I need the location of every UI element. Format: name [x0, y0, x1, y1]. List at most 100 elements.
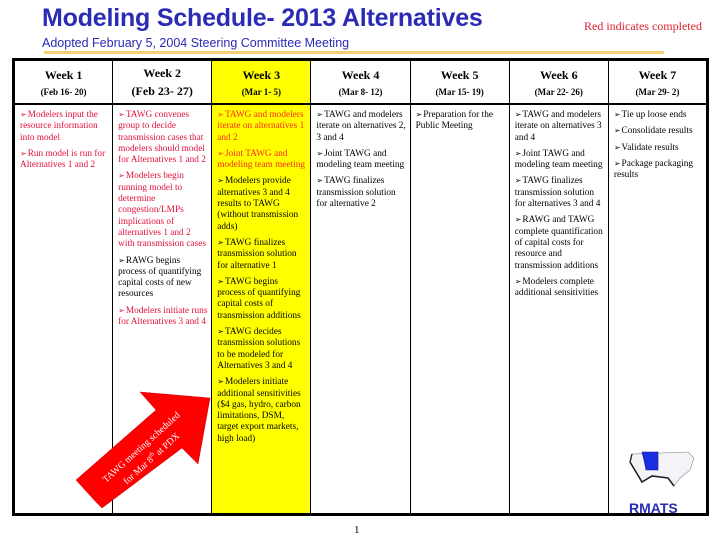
page-number: 1 [354, 524, 360, 536]
task-text: Tie up loose ends [621, 110, 687, 120]
bullet-arrow-icon: ➢ [217, 110, 224, 119]
week-dates: (Mar 1- 5) [241, 86, 282, 97]
task-text: TAWG and modelers iterate on alternative… [514, 110, 602, 143]
bullet-arrow-icon: ➢ [20, 148, 27, 158]
task-text: TAWG finalizes transmission solution for… [514, 176, 601, 210]
task-item: ➢Tie up loose ends [614, 109, 703, 121]
task-text: Modelers begin running model to determin… [118, 171, 206, 250]
legend-note: Red indicates completed [584, 19, 702, 33]
week-dates: (Feb 23- 27) [131, 83, 193, 98]
week-tasks-cell: ➢TAWG and modelers iterate on alternativ… [310, 103, 411, 515]
task-text: TAWG decides transmission solutions to b… [217, 327, 301, 371]
task-item: ➢Joint TAWG and modeling team meeting [217, 148, 307, 172]
week-dates: (Mar 8- 12) [338, 86, 383, 97]
task-text: Preparation for the Public Meeting [415, 110, 493, 132]
bullet-arrow-icon: ➢ [217, 237, 224, 247]
week-header: Week 4 (Mar 8- 12) [310, 59, 411, 105]
week-header: Week 5 (Mar 15- 19) [409, 59, 510, 105]
bullet-arrow-icon: ➢ [316, 176, 324, 186]
task-text: Validate results [621, 142, 679, 153]
task-item: ➢RAWG begins process of quantifying capi… [118, 255, 208, 301]
task-item: ➢Validate results [614, 142, 703, 154]
task-item: ➢TAWG convenes group to decide transmiss… [118, 109, 208, 166]
task-item: ➢Package packaging results [614, 158, 703, 182]
task-text: Modelers complete additional sensitiviti… [514, 276, 599, 299]
bullet-arrow-icon: ➢ [514, 176, 522, 186]
bullet-arrow-icon: ➢ [613, 110, 621, 119]
week-label: Week 7 [638, 67, 677, 82]
week-dates: (Feb 16- 20) [40, 86, 87, 97]
task-text: Modelers provide alternatives 3 and 4 re… [217, 176, 299, 232]
task-text: RAWG and TAWG complete quantification of… [514, 215, 603, 271]
week-tasks-cell: ➢Preparation for the Public Meeting [409, 103, 510, 515]
bullet-arrow-icon: ➢ [514, 276, 522, 286]
bullet-arrow-icon: ➢ [514, 215, 522, 225]
bullet-arrow-icon: ➢ [415, 110, 423, 119]
task-text: Joint TAWG and modeling team meeting [514, 148, 603, 171]
task-text: Modelers input the resource information … [20, 110, 98, 143]
task-text: Package packaging results [613, 158, 694, 181]
bullet-arrow-icon: ➢ [217, 148, 224, 158]
task-text: TAWG convenes group to decide transmissi… [118, 110, 206, 166]
bullet-arrow-icon: ➢ [613, 126, 621, 136]
week-header: Week 7 (Mar 29- 2) [607, 59, 709, 105]
task-text: Modelers initiate runs for Alternatives … [118, 305, 208, 328]
bullet-arrow-icon: ➢ [217, 276, 224, 286]
bullet-arrow-icon: ➢ [613, 142, 621, 152]
task-item: ➢Modelers initiate additional sensitivit… [217, 376, 307, 445]
bullet-arrow-icon: ➢ [20, 110, 27, 119]
title-underline-divider [44, 51, 664, 54]
task-item: ➢Modelers begin running model to determi… [118, 170, 208, 250]
week-label: Week 4 [341, 67, 380, 82]
task-text: TAWG begins process of quantifying capit… [217, 276, 301, 321]
task-text: TAWG finalizes transmission solution for… [217, 237, 297, 271]
rmats-logo-text: RMATS [629, 500, 678, 516]
week-label: Week 6 [539, 67, 578, 82]
week-dates: (Mar 22- 26) [534, 86, 583, 97]
week-label: Week 1 [44, 67, 83, 82]
task-item: ➢Modelers initiate runs for Alternatives… [118, 305, 208, 329]
task-item: ➢TAWG and modelers iterate on alternativ… [217, 109, 307, 144]
bullet-arrow-icon: ➢ [514, 110, 522, 119]
bullet-arrow-icon: ➢ [217, 327, 224, 337]
page-title: Modeling Schedule- 2013 Alternatives [42, 4, 483, 32]
task-item: ➢TAWG finalizes transmission solution fo… [217, 237, 307, 272]
task-text: TAWG and modelers iterate on alternative… [316, 110, 406, 143]
task-text: Joint TAWG and modeling team meeting [316, 148, 405, 171]
week-label: Week 2 [143, 65, 182, 80]
week-label: Week 5 [440, 67, 479, 82]
task-text: Joint TAWG and modeling team meeting [217, 148, 306, 171]
task-item: ➢TAWG and modelers iterate on alternativ… [515, 109, 605, 144]
week-dates: (Mar 29- 2) [635, 86, 680, 97]
bullet-arrow-icon: ➢ [613, 158, 621, 168]
week-dates: (Mar 15- 19) [435, 86, 484, 97]
week-tasks-cell: ➢TAWG and modelers iterate on alternativ… [211, 103, 312, 515]
header-row: Week 1 (Feb 16- 20) Week 2 (Feb 23- 27) We… [12, 59, 709, 105]
task-item: ➢Joint TAWG and modeling team meeting [316, 148, 406, 172]
task-item: ➢Modelers input the resource information… [20, 109, 109, 144]
task-item: ➢Run model is run for Alternatives 1 and… [20, 148, 109, 172]
bullet-arrow-icon: ➢ [217, 176, 224, 186]
task-item: ➢TAWG decides transmission solutions to … [217, 326, 307, 372]
week-header: Week 2 (Feb 23- 27) [112, 59, 213, 105]
week-label: Week 3 [242, 67, 281, 82]
task-item: ➢Consolidate results [614, 125, 703, 137]
week-header: Week 1 (Feb 16- 20) [12, 59, 114, 105]
task-item: ➢TAWG and modelers iterate on alternativ… [316, 109, 406, 144]
task-item: ➢Modelers complete additional sensitivit… [515, 276, 605, 300]
bullet-arrow-icon: ➢ [316, 110, 324, 119]
bullet-arrow-icon: ➢ [118, 305, 125, 315]
week-header: Week 6 (Mar 22- 26) [508, 59, 609, 105]
page-subtitle: Adopted February 5, 2004 Steering Commit… [42, 36, 350, 50]
us-map-icon [629, 451, 695, 487]
bullet-arrow-icon: ➢ [514, 148, 522, 158]
task-item: ➢TAWG begins process of quantifying capi… [217, 276, 307, 322]
task-item: ➢Preparation for the Public Meeting [416, 109, 506, 133]
task-item: ➢RAWG and TAWG complete quantification o… [515, 214, 605, 271]
bullet-arrow-icon: ➢ [217, 377, 224, 387]
task-text: TAWG and modelers iterate on alternative… [217, 110, 305, 143]
task-text: TAWG finalizes transmission solution for… [316, 176, 396, 210]
bullet-arrow-icon: ➢ [316, 148, 324, 158]
week-tasks-cell: ➢TAWG and modelers iterate on alternativ… [508, 103, 609, 515]
bullet-arrow-icon: ➢ [118, 110, 125, 119]
